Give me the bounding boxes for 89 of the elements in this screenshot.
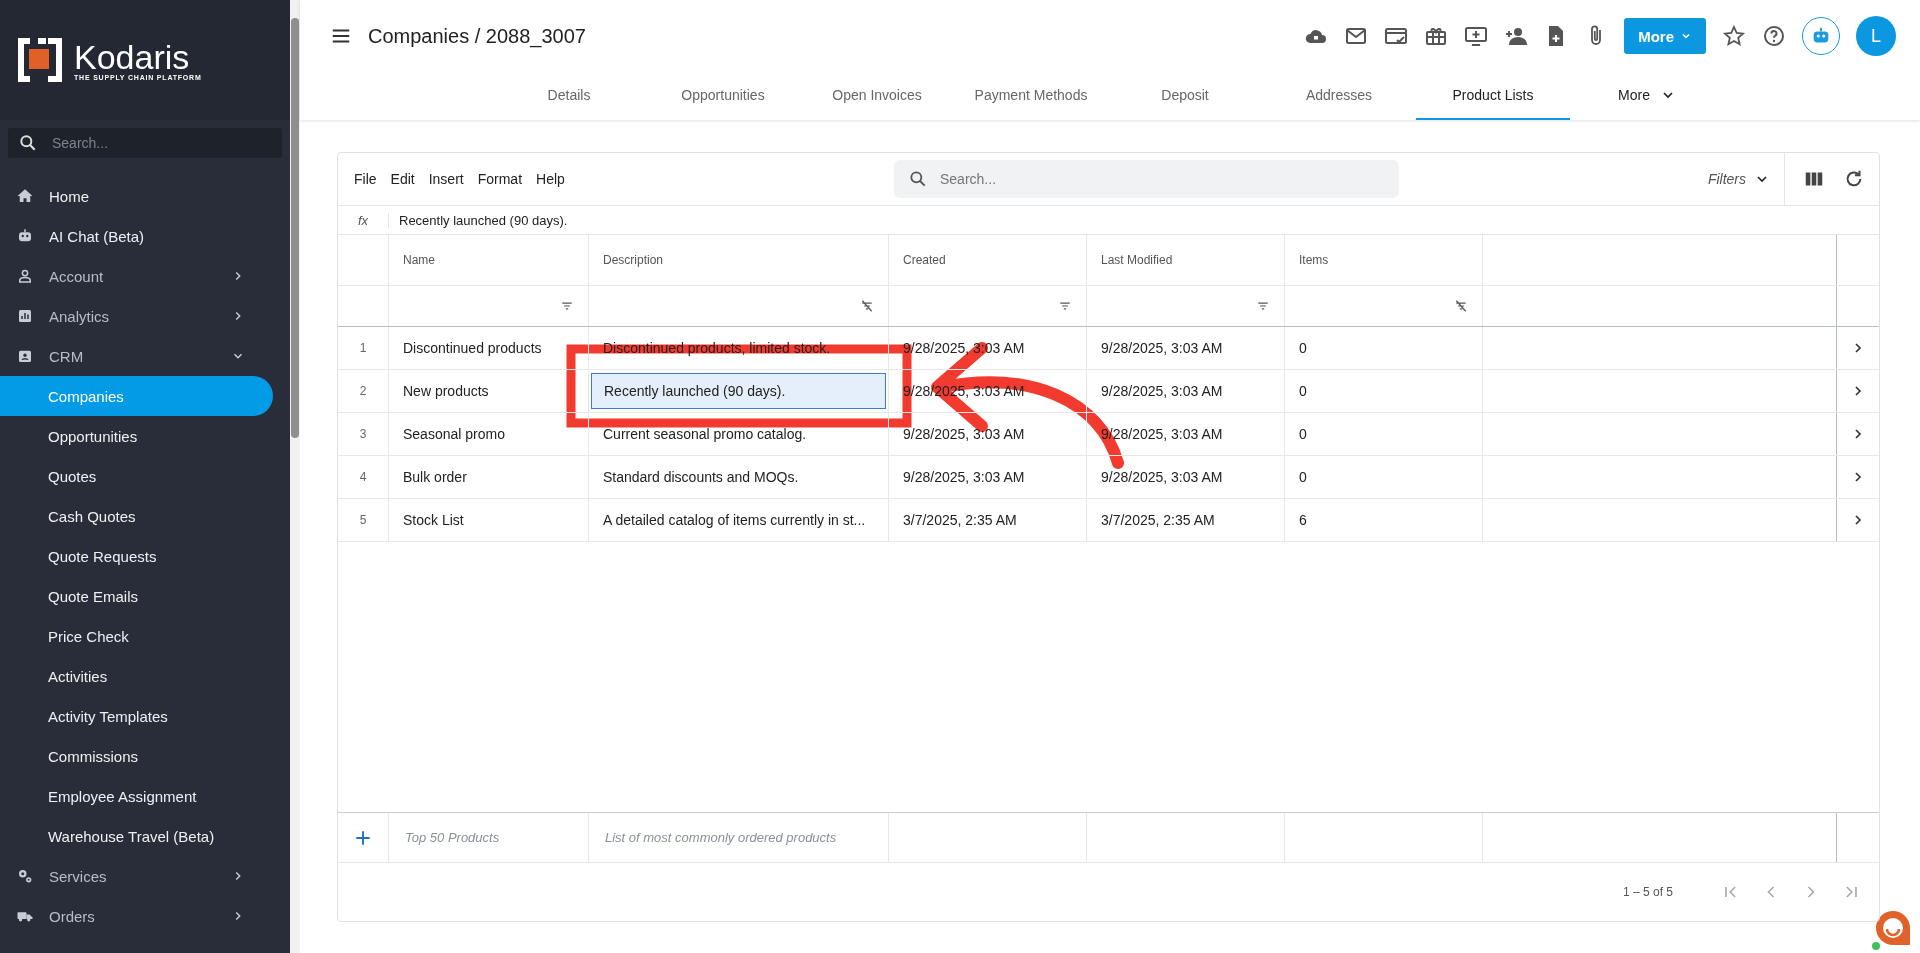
table-cell: 9/28/2025, 3:03 AM bbox=[889, 456, 1087, 498]
table-cell: 9/28/2025, 3:03 AM bbox=[889, 413, 1087, 455]
nav-item[interactable]: Analytics bbox=[0, 296, 273, 336]
table-cell: 0 bbox=[1285, 370, 1483, 412]
tab[interactable]: Open Invoices bbox=[800, 72, 954, 120]
gear-icon bbox=[16, 867, 34, 885]
menu-item[interactable]: Format bbox=[477, 171, 523, 187]
formula-value: Recently launched (90 days). bbox=[398, 212, 568, 228]
filters-dropdown[interactable]: Filters bbox=[1707, 153, 1785, 205]
table-cell: Stock List bbox=[389, 499, 589, 541]
nav-item[interactable]: Warehouse Travel (Beta) bbox=[0, 816, 273, 856]
nav-item[interactable]: Quote Emails bbox=[0, 576, 273, 616]
filter-icon[interactable] bbox=[1058, 299, 1072, 313]
table-cell: 0 bbox=[1285, 413, 1483, 455]
filter-icon[interactable] bbox=[560, 299, 574, 313]
column-header[interactable]: Description bbox=[589, 235, 889, 285]
tab[interactable]: Deposit bbox=[1108, 72, 1262, 120]
search-field[interactable]: Search... bbox=[8, 128, 282, 158]
nav-item[interactable]: Account bbox=[0, 256, 273, 296]
help-icon[interactable] bbox=[1762, 24, 1786, 48]
column-header[interactable]: Items bbox=[1285, 235, 1483, 285]
table-cell: 0 bbox=[1285, 456, 1483, 498]
nav-item[interactable]: Quote Requests bbox=[0, 536, 273, 576]
menu-item[interactable]: File bbox=[354, 171, 377, 187]
person-icon bbox=[16, 267, 34, 285]
logo-icon bbox=[18, 38, 62, 82]
table-cell: Standard discounts and MOQs. bbox=[603, 469, 799, 485]
search-field[interactable]: Search... bbox=[894, 160, 1399, 198]
scrollbar-thumb[interactable] bbox=[291, 18, 299, 438]
nav-item[interactable]: Orders bbox=[0, 896, 273, 936]
home-icon bbox=[16, 187, 34, 205]
table-cell: 3/7/2025, 2:35 AM bbox=[1087, 499, 1285, 541]
tab[interactable]: Opportunities bbox=[646, 72, 800, 120]
table-cell: 6 bbox=[1285, 499, 1483, 541]
nav-item[interactable]: AI Chat (Beta) bbox=[0, 216, 273, 256]
nav-item[interactable]: Employee Assignment bbox=[0, 776, 273, 816]
nav-item[interactable]: Opportunities bbox=[0, 416, 273, 456]
table-cell: A detailed catalog of items currently in st... bbox=[603, 512, 866, 528]
page-title: Companies / 2088_3007 bbox=[368, 24, 586, 48]
table-cell: 9/28/2025, 3:03 AM bbox=[1087, 327, 1285, 369]
column-header[interactable]: Name bbox=[389, 235, 589, 285]
nav-item[interactable]: Cash Quotes bbox=[0, 496, 273, 536]
logo-name: Kodaris bbox=[74, 39, 190, 74]
table-cell: 3/7/2025, 2:35 AM bbox=[889, 499, 1087, 541]
chart-icon bbox=[16, 307, 34, 325]
row-number: 1 bbox=[338, 327, 389, 369]
table-cell: Current seasonal promo catalog. bbox=[603, 426, 807, 442]
nav-item[interactable]: Activity Templates bbox=[0, 696, 273, 736]
row-number: 2 bbox=[338, 370, 389, 412]
filter-icon[interactable] bbox=[1256, 299, 1270, 313]
table-cell: Seasonal promo bbox=[389, 413, 589, 455]
menu-item[interactable]: Help bbox=[536, 171, 565, 187]
table-cell: 0 bbox=[1285, 327, 1483, 369]
nav-item[interactable]: Home bbox=[0, 176, 273, 216]
column-header[interactable]: Created bbox=[889, 235, 1087, 285]
input-field[interactable]: Top 50 Products bbox=[403, 829, 574, 846]
formula-label: fx bbox=[338, 212, 389, 228]
table-cell: New products bbox=[389, 370, 589, 412]
search-icon bbox=[18, 133, 38, 153]
cell-editor[interactable]: Recently launched (90 days). bbox=[591, 373, 886, 409]
column-header[interactable]: Last Modified bbox=[1087, 235, 1285, 285]
nav-item[interactable]: CRM bbox=[0, 336, 273, 376]
tab[interactable]: Product Lists bbox=[1416, 72, 1570, 120]
row-number: 4 bbox=[338, 456, 389, 498]
nav-item[interactable]: Activities bbox=[0, 656, 273, 696]
filter-off-icon[interactable] bbox=[1454, 299, 1468, 313]
table-cell: Discontinued products, limited stock. bbox=[603, 340, 831, 356]
table-cell: 9/28/2025, 3:03 AM bbox=[1087, 456, 1285, 498]
nav-item[interactable]: Price Check bbox=[0, 616, 273, 656]
row-number: 3 bbox=[338, 413, 389, 455]
page-range: 1 – 5 of 5 bbox=[1622, 885, 1673, 899]
tab[interactable]: Addresses bbox=[1262, 72, 1416, 120]
tab[interactable]: Details bbox=[492, 72, 646, 120]
row-number: 5 bbox=[338, 499, 389, 541]
table-cell: Bulk order bbox=[389, 456, 589, 498]
nav-item[interactable]: Commissions bbox=[0, 736, 273, 776]
filter-off-icon[interactable] bbox=[860, 299, 874, 313]
table-cell: Discontinued products bbox=[389, 327, 589, 369]
star-icon[interactable] bbox=[1722, 24, 1746, 48]
search-icon bbox=[908, 169, 928, 189]
tab[interactable]: More bbox=[1570, 72, 1724, 120]
input-field[interactable]: List of most commonly ordered products bbox=[603, 829, 874, 846]
nav-item[interactable]: Quotes bbox=[0, 456, 273, 496]
menu-item[interactable]: Edit bbox=[390, 171, 415, 187]
monitor-plus-icon[interactable] bbox=[1464, 24, 1489, 48]
nav-item[interactable]: Services bbox=[0, 856, 273, 896]
menu-item[interactable]: Insert bbox=[428, 171, 464, 187]
table-cell: 9/28/2025, 3:03 AM bbox=[1087, 370, 1285, 412]
tab[interactable]: Payment Methods bbox=[954, 72, 1108, 120]
